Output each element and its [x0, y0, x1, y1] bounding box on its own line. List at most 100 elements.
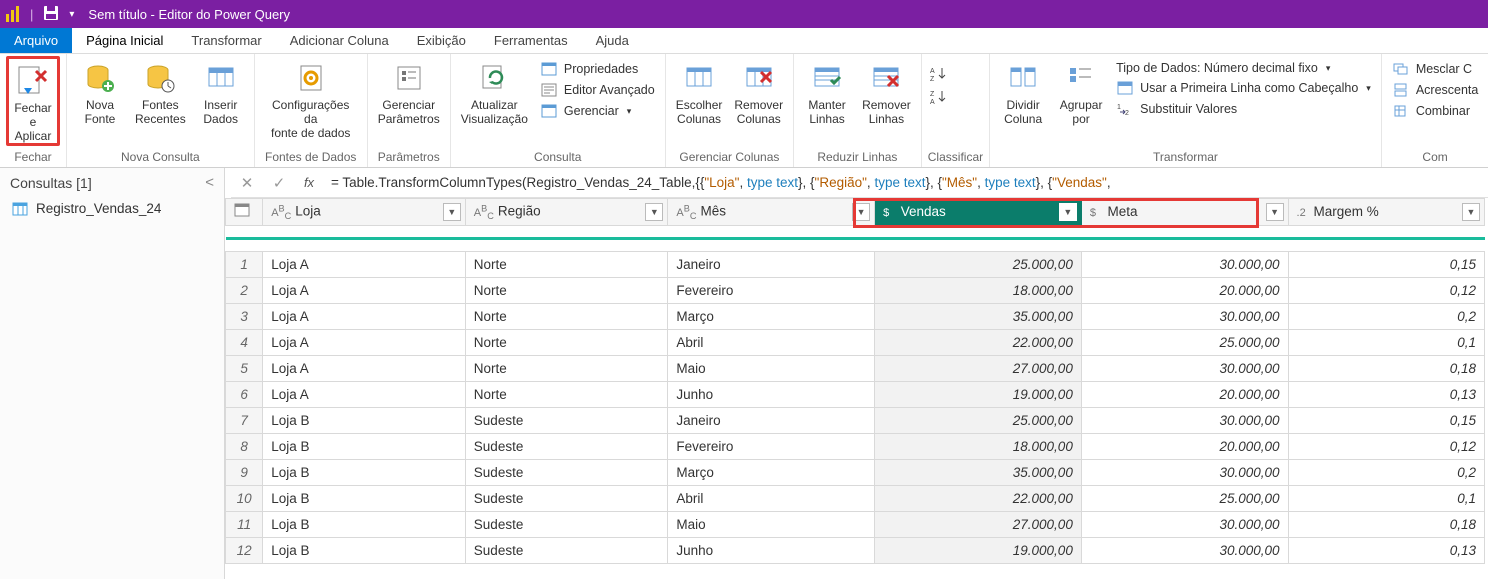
table-row[interactable]: 9Loja BSudesteMarço35.000,0030.000,000,2 — [226, 459, 1485, 485]
row-number[interactable]: 10 — [226, 485, 263, 511]
cell-vendas[interactable]: 25.000,00 — [875, 251, 1082, 277]
fx-icon[interactable]: fx — [295, 175, 323, 190]
row-number[interactable]: 2 — [226, 277, 263, 303]
table-row[interactable]: 7Loja BSudesteJaneiro25.000,0030.000,000… — [226, 407, 1485, 433]
formula-text[interactable]: = Table.TransformColumnTypes(Registro_Ve… — [323, 175, 1488, 191]
row-number[interactable]: 11 — [226, 511, 263, 537]
first-row-header-button[interactable]: Usar a Primeira Linha como Cabeçalho▾ — [1112, 79, 1375, 97]
group-by-button[interactable]: Agrupar por — [1054, 56, 1108, 126]
cell-mes[interactable]: Março — [668, 459, 875, 485]
accept-formula-icon[interactable]: ✓ — [263, 174, 295, 192]
table-row[interactable]: 4Loja ANorteAbril22.000,0025.000,000,1 — [226, 329, 1485, 355]
column-header-margem[interactable]: .2 Margem %▼ — [1288, 199, 1484, 226]
data-type-button[interactable]: Tipo de Dados: Número decimal fixo▾ — [1112, 60, 1375, 76]
cell-loja[interactable]: Loja A — [263, 251, 466, 277]
cell-loja[interactable]: Loja A — [263, 355, 466, 381]
close-apply-button[interactable]: Fechar e Aplicar — [6, 56, 60, 146]
cell-meta[interactable]: 25.000,00 — [1081, 485, 1288, 511]
cell-regiao[interactable]: Sudeste — [465, 537, 668, 563]
table-row[interactable]: 3Loja ANorteMarço35.000,0030.000,000,2 — [226, 303, 1485, 329]
cell-mes[interactable]: Fevereiro — [668, 433, 875, 459]
cell-vendas[interactable]: 19.000,00 — [875, 381, 1082, 407]
cell-vendas[interactable]: 25.000,00 — [875, 407, 1082, 433]
cell-mes[interactable]: Maio — [668, 355, 875, 381]
cell-mes[interactable]: Março — [668, 303, 875, 329]
manage-button[interactable]: Gerenciar▾ — [536, 102, 659, 120]
column-header-meta[interactable]: $ Meta▼ — [1081, 199, 1288, 226]
keep-rows-button[interactable]: Manter Linhas — [800, 56, 854, 126]
properties-button[interactable]: Propriedades — [536, 60, 659, 78]
cell-margem[interactable]: 0,15 — [1288, 407, 1484, 433]
column-header-mes[interactable]: ABCMês▼ — [668, 199, 875, 226]
cell-loja[interactable]: Loja B — [263, 459, 466, 485]
cell-margem[interactable]: 0,18 — [1288, 511, 1484, 537]
table-row[interactable]: 8Loja BSudesteFevereiro18.000,0020.000,0… — [226, 433, 1485, 459]
column-filter-dropdown[interactable]: ▼ — [443, 203, 461, 221]
replace-values-button[interactable]: 12Substituir Valores — [1112, 100, 1375, 118]
table-row[interactable]: 12Loja BSudesteJunho19.000,0030.000,000,… — [226, 537, 1485, 563]
row-number[interactable]: 4 — [226, 329, 263, 355]
tab-add-column[interactable]: Adicionar Coluna — [276, 28, 403, 53]
manage-parameters-button[interactable]: Gerenciar Parâmetros — [374, 56, 444, 126]
table-row[interactable]: 1Loja ANorteJaneiro25.000,0030.000,000,1… — [226, 251, 1485, 277]
table-row[interactable]: 11Loja BSudesteMaio27.000,0030.000,000,1… — [226, 511, 1485, 537]
cell-meta[interactable]: 30.000,00 — [1081, 355, 1288, 381]
cell-vendas[interactable]: 27.000,00 — [875, 355, 1082, 381]
row-number[interactable]: 8 — [226, 433, 263, 459]
cell-mes[interactable]: Janeiro — [668, 251, 875, 277]
cell-margem[interactable]: 0,15 — [1288, 251, 1484, 277]
cancel-formula-icon[interactable]: ✕ — [231, 174, 263, 192]
cell-vendas[interactable]: 35.000,00 — [875, 459, 1082, 485]
qat-dropdown-icon[interactable]: ▾ — [69, 9, 74, 20]
cell-margem[interactable]: 0,2 — [1288, 459, 1484, 485]
cell-vendas[interactable]: 22.000,00 — [875, 329, 1082, 355]
collapse-pane-icon[interactable]: < — [205, 174, 214, 191]
cell-loja[interactable]: Loja B — [263, 433, 466, 459]
cell-regiao[interactable]: Norte — [465, 303, 668, 329]
row-number[interactable]: 5 — [226, 355, 263, 381]
enter-data-button[interactable]: Inserir Dados — [194, 56, 248, 126]
cell-margem[interactable]: 0,12 — [1288, 277, 1484, 303]
cell-meta[interactable]: 25.000,00 — [1081, 329, 1288, 355]
cell-vendas[interactable]: 22.000,00 — [875, 485, 1082, 511]
cell-loja[interactable]: Loja B — [263, 511, 466, 537]
cell-mes[interactable]: Junho — [668, 537, 875, 563]
cell-meta[interactable]: 20.000,00 — [1081, 433, 1288, 459]
cell-vendas[interactable]: 18.000,00 — [875, 433, 1082, 459]
table-row[interactable]: 6Loja ANorteJunho19.000,0020.000,000,13 — [226, 381, 1485, 407]
column-filter-dropdown[interactable]: ▼ — [1059, 203, 1077, 221]
table-row[interactable]: 5Loja ANorteMaio27.000,0030.000,000,18 — [226, 355, 1485, 381]
cell-margem[interactable]: 0,1 — [1288, 485, 1484, 511]
cell-regiao[interactable]: Sudeste — [465, 485, 668, 511]
row-number[interactable]: 6 — [226, 381, 263, 407]
column-filter-dropdown[interactable]: ▼ — [645, 203, 663, 221]
row-number[interactable]: 7 — [226, 407, 263, 433]
tab-file[interactable]: Arquivo — [0, 28, 72, 53]
cell-vendas[interactable]: 27.000,00 — [875, 511, 1082, 537]
cell-regiao[interactable]: Norte — [465, 355, 668, 381]
sort-asc-button[interactable]: AZ — [928, 64, 950, 84]
cell-regiao[interactable]: Sudeste — [465, 511, 668, 537]
cell-mes[interactable]: Maio — [668, 511, 875, 537]
cell-meta[interactable]: 30.000,00 — [1081, 511, 1288, 537]
cell-loja[interactable]: Loja B — [263, 485, 466, 511]
cell-meta[interactable]: 30.000,00 — [1081, 407, 1288, 433]
cell-margem[interactable]: 0,13 — [1288, 537, 1484, 563]
cell-meta[interactable]: 30.000,00 — [1081, 537, 1288, 563]
column-filter-dropdown[interactable]: ▼ — [852, 203, 870, 221]
column-filter-dropdown[interactable]: ▼ — [1462, 203, 1480, 221]
save-icon[interactable] — [43, 5, 59, 24]
choose-columns-button[interactable]: Escolher Colunas — [672, 56, 727, 126]
cell-mes[interactable]: Abril — [668, 329, 875, 355]
cell-regiao[interactable]: Norte — [465, 277, 668, 303]
cell-margem[interactable]: 0,18 — [1288, 355, 1484, 381]
cell-loja[interactable]: Loja A — [263, 381, 466, 407]
remove-columns-button[interactable]: Remover Colunas — [730, 56, 787, 126]
merge-queries-button[interactable]: Mesclar C — [1388, 60, 1483, 78]
cell-vendas[interactable]: 19.000,00 — [875, 537, 1082, 563]
row-number[interactable]: 9 — [226, 459, 263, 485]
cell-loja[interactable]: Loja A — [263, 277, 466, 303]
column-header-loja[interactable]: ABCLoja▼ — [263, 199, 466, 226]
split-column-button[interactable]: Dividir Coluna — [996, 56, 1050, 126]
cell-margem[interactable]: 0,13 — [1288, 381, 1484, 407]
